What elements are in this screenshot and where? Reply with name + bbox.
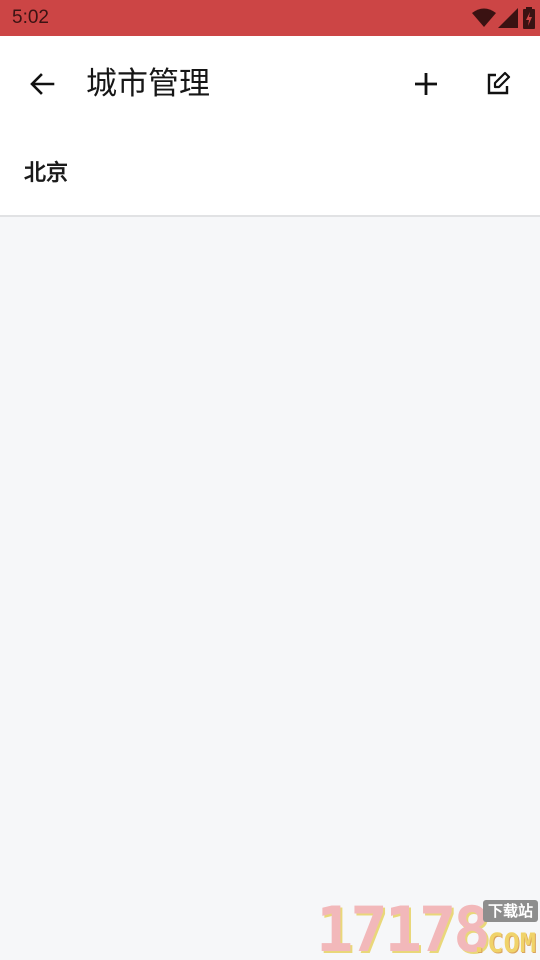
page-title: 城市管理: [86, 66, 210, 102]
add-city-button[interactable]: [402, 60, 450, 108]
list-item[interactable]: 北京: [0, 132, 540, 217]
battery-charging-icon: [523, 7, 535, 29]
wifi-icon: [472, 8, 496, 27]
back-button[interactable]: [18, 60, 66, 108]
add-icon: [415, 73, 437, 95]
city-name: 北京: [24, 161, 69, 186]
app-bar: 城市管理: [0, 36, 540, 132]
watermark-suffix: .COM: [470, 928, 536, 959]
watermark-logo: 17178 下载站 .COM: [316, 898, 538, 960]
watermark-digits: 17178: [316, 893, 491, 960]
back-arrow-icon: [30, 73, 55, 95]
city-list: 北京: [0, 132, 540, 217]
cellular-signal-icon: [498, 8, 518, 28]
watermark-tag: 下载站: [482, 900, 538, 922]
edit-cities-button[interactable]: [474, 60, 522, 108]
status-time: 5:02: [12, 7, 49, 28]
status-bar: 5:02: [0, 0, 540, 36]
edit-icon: [487, 71, 511, 95]
city-management-screen: 5:02 城市管理 北京 17178 下载站 .COM: [0, 0, 540, 960]
